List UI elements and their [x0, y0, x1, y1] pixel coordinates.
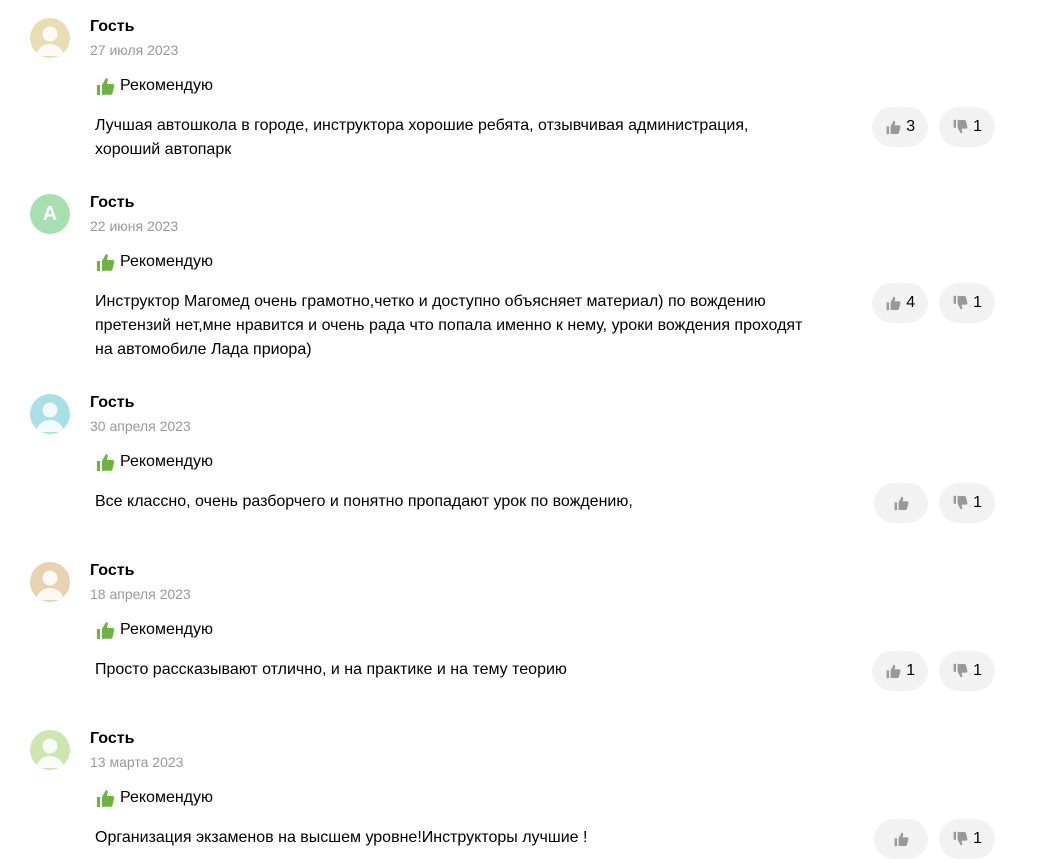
- like-count: 4: [906, 294, 916, 311]
- review-text: Инструктор Магомед очень грамотно,четко …: [95, 293, 803, 358]
- thumbs-up-icon: [95, 452, 115, 472]
- vote-controls: 1: [874, 483, 995, 523]
- review-date: 13 марта 2023: [90, 754, 184, 770]
- thumbs-up-icon: [885, 663, 901, 679]
- like-button[interactable]: [874, 819, 929, 859]
- review-text: Все классно, очень разборчего и понятно …: [95, 493, 633, 510]
- dislike-count: 1: [973, 830, 982, 847]
- like-button[interactable]: [874, 483, 929, 523]
- review-date: 30 апреля 2023: [90, 418, 191, 434]
- review-text: Лучшая автошкола в городе, инструктора х…: [95, 117, 749, 158]
- like-button[interactable]: 3: [872, 107, 929, 147]
- dislike-count: 1: [973, 494, 982, 511]
- thumbs-up-icon: [95, 252, 115, 272]
- author-name[interactable]: Гость: [90, 394, 134, 412]
- thumbs-down-icon: [952, 663, 968, 679]
- review-date: 18 апреля 2023: [90, 586, 191, 602]
- vote-controls: 31: [872, 107, 995, 147]
- avatar[interactable]: [30, 730, 70, 770]
- avatar[interactable]: [30, 18, 70, 58]
- user-silhouette-icon: [36, 738, 64, 768]
- thumbs-down-icon: [952, 831, 968, 847]
- recommend-label: Рекомендую: [120, 77, 214, 94]
- thumbs-up-icon: [893, 495, 909, 511]
- recommend-label: Рекомендую: [120, 453, 214, 470]
- dislike-count: 1: [973, 294, 982, 311]
- thumbs-up-icon: [885, 295, 901, 311]
- recommend-label: Рекомендую: [120, 253, 214, 270]
- recommend-badge: Рекомендую: [95, 250, 213, 274]
- vote-controls: 1: [874, 819, 995, 859]
- avatar-letter: А: [42, 203, 58, 225]
- like-count: 1: [906, 662, 916, 679]
- author-name[interactable]: Гость: [90, 194, 134, 212]
- dislike-button[interactable]: 1: [939, 283, 995, 323]
- dislike-button[interactable]: 1: [939, 483, 995, 523]
- dislike-button[interactable]: 1: [939, 107, 995, 147]
- thumbs-up-icon: [95, 76, 115, 96]
- user-silhouette-icon: [36, 570, 64, 600]
- dislike-button[interactable]: 1: [939, 819, 995, 859]
- thumbs-down-icon: [952, 119, 968, 135]
- review-text: Организация экзаменов на высшем уровне!И…: [95, 829, 588, 846]
- recommend-badge: Рекомендую: [95, 786, 213, 810]
- thumbs-down-icon: [952, 295, 968, 311]
- thumbs-up-icon: [885, 119, 901, 135]
- avatar[interactable]: [30, 394, 70, 434]
- dislike-count: 1: [973, 118, 982, 135]
- dislike-button[interactable]: 1: [939, 651, 995, 691]
- recommend-label: Рекомендую: [120, 621, 214, 638]
- thumbs-up-icon: [95, 620, 115, 640]
- user-silhouette-icon: [36, 402, 64, 432]
- user-silhouette-icon: [36, 26, 64, 56]
- like-button[interactable]: 1: [872, 651, 929, 691]
- review-date: 22 июня 2023: [90, 218, 179, 234]
- vote-controls: 41: [872, 283, 995, 323]
- like-count: 3: [906, 118, 916, 135]
- thumbs-up-icon: [95, 788, 115, 808]
- thumbs-up-icon: [893, 831, 909, 847]
- author-name[interactable]: Гость: [90, 562, 134, 580]
- recommend-badge: Рекомендую: [95, 618, 213, 642]
- author-name[interactable]: Гость: [90, 730, 134, 748]
- recommend-badge: Рекомендую: [95, 450, 213, 474]
- like-button[interactable]: 4: [872, 283, 929, 323]
- review-date: 27 июля 2023: [90, 42, 179, 58]
- vote-controls: 11: [872, 651, 995, 691]
- review-text: Просто рассказывают отлично, и на практи…: [95, 661, 567, 678]
- avatar[interactable]: А: [30, 194, 70, 234]
- dislike-count: 1: [973, 662, 982, 679]
- reviews-list: Гость 27 июля 2023 Рекомендую Лучшая автошк…: [0, 0, 1043, 863]
- recommend-badge: Рекомендую: [95, 74, 213, 98]
- thumbs-down-icon: [952, 495, 968, 511]
- avatar[interactable]: [30, 562, 70, 602]
- author-name[interactable]: Гость: [90, 18, 134, 36]
- recommend-label: Рекомендую: [120, 789, 214, 806]
